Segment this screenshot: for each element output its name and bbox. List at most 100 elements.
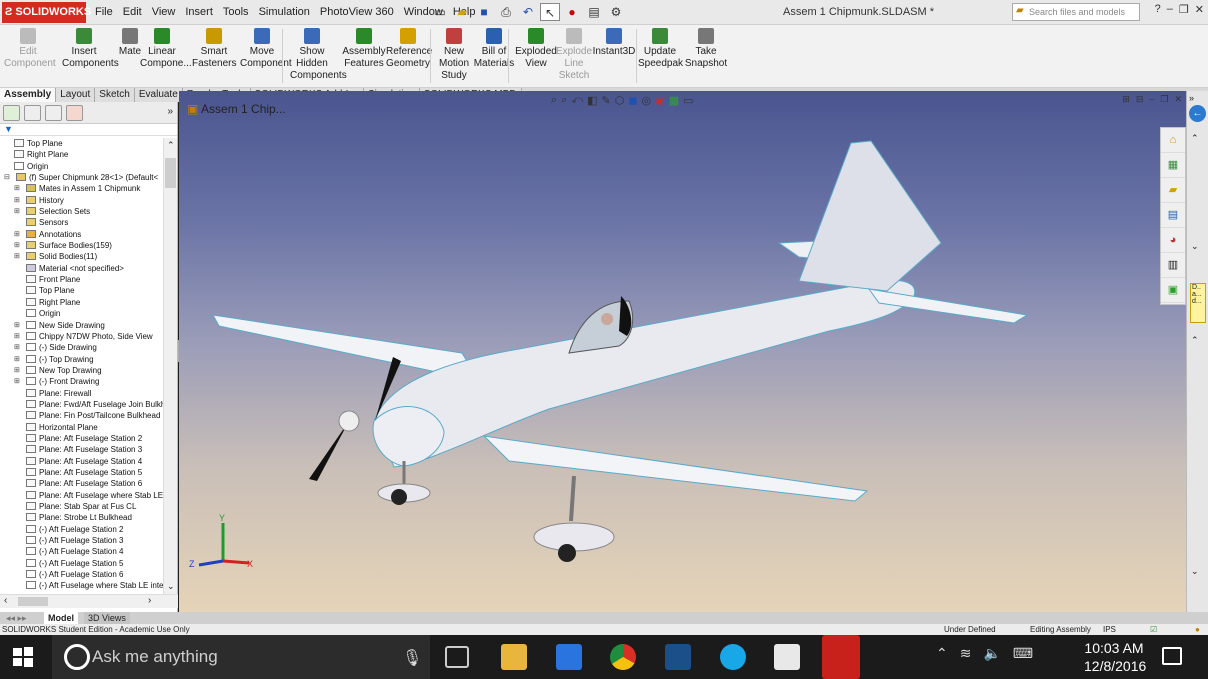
expand-panel-icon[interactable]: » xyxy=(167,106,173,117)
menu-edit[interactable]: Edit xyxy=(118,0,147,25)
menu-photoview-360[interactable]: PhotoView 360 xyxy=(315,0,399,25)
display-manager-tab-icon[interactable] xyxy=(66,105,83,121)
scroll-thumb[interactable] xyxy=(165,158,176,188)
airplane-model[interactable] xyxy=(179,91,1186,612)
solidworks-forum-icon[interactable]: ▣ xyxy=(1161,278,1185,303)
tree-item[interactable]: (-) Aft Fuelage Station 5 xyxy=(0,558,164,569)
solidworks-logo[interactable]: Ƨ SOLIDWORKS xyxy=(2,2,91,23)
solidworks-taskbar-icon[interactable] xyxy=(822,635,860,679)
options-icon[interactable]: ⚙ xyxy=(606,3,626,21)
tree-item[interactable]: ⊞ Chippy N7DW Photo, Side View xyxy=(0,331,164,342)
tab-assembly[interactable]: Assembly xyxy=(0,88,57,102)
tree-item[interactable]: (-) Aft Fuelage Station 2 xyxy=(0,524,164,535)
menu-view[interactable]: View xyxy=(147,0,181,25)
update-speedpak-button[interactable]: Update Speedpak xyxy=(638,28,683,70)
configuration-manager-tab-icon[interactable] xyxy=(45,105,62,121)
tree-item[interactable]: Front Plane xyxy=(0,274,164,285)
edit-appearance-icon[interactable]: ◉ xyxy=(655,94,665,107)
reference-geometry-button[interactable]: Reference Geometry xyxy=(386,28,432,70)
search-input[interactable]: Search files and models xyxy=(1029,7,1125,17)
menu-insert[interactable]: Insert xyxy=(180,0,218,25)
save-icon[interactable]: ■ xyxy=(474,3,494,21)
linear-compone-button[interactable]: Linear Compone... xyxy=(140,28,192,70)
tree-item[interactable]: ⊞ (-) Front Drawing xyxy=(0,376,164,387)
custom-properties-icon[interactable]: ▥ xyxy=(1161,253,1185,278)
tree-item[interactable]: Material <not specified> xyxy=(0,263,164,274)
tab-sketch[interactable]: Sketch xyxy=(95,88,135,102)
scroll-up-icon[interactable]: ⌃ xyxy=(167,140,175,151)
expand-icon[interactable]: ⊞ xyxy=(14,206,20,217)
tree-item[interactable]: ⊞ Selection Sets xyxy=(0,206,164,217)
keyboard-icon[interactable]: ⌨ xyxy=(1013,645,1033,662)
menu-tools[interactable]: Tools xyxy=(218,0,254,25)
expand-icon[interactable]: ⊞ xyxy=(14,354,20,365)
scroll-left-icon[interactable]: ‹ xyxy=(4,595,7,606)
tree-item[interactable]: Plane: Stab Spar at Fus CL xyxy=(0,501,164,512)
notification-icon[interactable]: ● xyxy=(1195,624,1200,635)
tree-item[interactable]: Plane: Firewall xyxy=(0,388,164,399)
viewport-restore-button[interactable]: ❐ xyxy=(1160,94,1168,105)
tree-item[interactable]: Plane: Aft Fuselage Station 4 xyxy=(0,456,164,467)
viewport-tile-icon[interactable]: ⊟ xyxy=(1136,94,1144,105)
rebuild-traffic-light-icon[interactable]: ● xyxy=(562,3,582,21)
expand-icon[interactable]: ⊞ xyxy=(14,342,20,353)
display-style-icon[interactable]: ◼ xyxy=(628,94,637,107)
tree-item[interactable]: Right Plane xyxy=(0,297,164,308)
tree-item[interactable]: (-) Aft Fuselage where Stab LE interse xyxy=(0,580,164,591)
explode-line-button[interactable]: Explode Line Sketch xyxy=(552,28,596,82)
tree-item[interactable]: Plane: Strobe Lt Bulkhead xyxy=(0,512,164,523)
tab-model[interactable]: Model xyxy=(44,612,78,624)
note-sticky[interactable]: D.. a... d... xyxy=(1190,283,1206,323)
tab-evaluate[interactable]: Evaluate xyxy=(134,88,183,102)
cortana-search-box[interactable]: Ask me anything 🎙 xyxy=(52,635,430,679)
tab-scroll-arrows-icon[interactable]: ◂◂ ▸▸ xyxy=(2,612,31,624)
panel-scroll-up-2-icon[interactable]: ⌃ xyxy=(1191,335,1199,346)
zoom-to-area-icon[interactable]: ⌕ xyxy=(561,94,567,107)
wifi-icon[interactable]: ≋ xyxy=(960,645,972,662)
scroll-down-icon[interactable]: ⌄ xyxy=(167,581,175,592)
file-explorer-taskbar-icon[interactable] xyxy=(501,644,527,670)
property-manager-tab-icon[interactable] xyxy=(24,105,41,121)
expand-icon[interactable]: ⊞ xyxy=(14,183,20,194)
expand-icon[interactable]: ⊞ xyxy=(14,331,20,342)
edit-component-button[interactable]: Edit Component xyxy=(4,28,56,70)
tree-vertical-scrollbar[interactable]: ⌃ ⌄ xyxy=(163,138,177,594)
view-palette-icon[interactable]: ▤ xyxy=(1161,203,1185,228)
back-icon[interactable]: ← xyxy=(1189,105,1206,122)
filter-icon[interactable]: ▼ xyxy=(0,124,177,136)
viewport-split-icon[interactable]: ⊞ xyxy=(1122,94,1130,105)
new-document-icon[interactable]: ▭ xyxy=(430,3,450,21)
tree-item[interactable]: Plane: Aft Fuselage where Stab LE int xyxy=(0,490,164,501)
file-explorer-icon[interactable]: ▰ xyxy=(1161,178,1185,203)
microphone-icon[interactable]: 🎙 xyxy=(402,648,422,668)
apply-scene-icon[interactable]: ▩ xyxy=(669,94,679,107)
graphics-area[interactable]: ▣ Assem 1 Chip... ⌕ ⌕ ⤺ ◧ ✎ ⬡ ◼ ◎ ◉ ▩ ▭ … xyxy=(179,91,1186,612)
windows-start-icon[interactable] xyxy=(12,646,34,668)
action-center-icon[interactable] xyxy=(1162,647,1182,665)
tree-item[interactable]: ⊞ History xyxy=(0,195,164,206)
expand-icon[interactable]: ⊞ xyxy=(14,251,20,262)
show-hidden-icons-icon[interactable]: ⌃ xyxy=(936,645,948,662)
expand-icon[interactable]: ⊞ xyxy=(14,365,20,376)
tree-item[interactable]: Plane: Aft Fuselage Station 5 xyxy=(0,467,164,478)
tree-item[interactable]: Right Plane xyxy=(0,149,164,160)
move-component-button[interactable]: Move Component xyxy=(240,28,292,70)
take-snapshot-button[interactable]: Take Snapshot xyxy=(684,28,728,70)
tree-item[interactable]: Plane: Aft Fuselage Station 3 xyxy=(0,444,164,455)
viewport-component-title[interactable]: ▣ Assem 1 Chip... xyxy=(187,102,286,116)
file-properties-icon[interactable]: ▤ xyxy=(584,3,604,21)
butterfly-app-icon[interactable] xyxy=(665,644,691,670)
rebuild-status-icon[interactable]: ☑ xyxy=(1150,624,1157,635)
design-library-icon[interactable]: ▦ xyxy=(1161,153,1185,178)
select-pointer-icon[interactable]: ↖ xyxy=(540,3,560,21)
tree-horizontal-scrollbar[interactable]: ‹ › xyxy=(0,594,178,608)
new-motion-button[interactable]: New Motion Study xyxy=(432,28,476,82)
collapse-icon[interactable]: ⊟ xyxy=(4,172,10,183)
status-units[interactable]: IPS xyxy=(1103,624,1116,635)
undo-icon[interactable]: ↶ xyxy=(518,3,538,21)
tree-item[interactable]: ⊞ Surface Bodies(159) xyxy=(0,240,164,251)
tab-3d-views[interactable]: 3D Views xyxy=(84,612,130,624)
smart-fasteners-button[interactable]: Smart Fasteners xyxy=(192,28,236,70)
skype-icon[interactable] xyxy=(720,644,746,670)
panel-scroll-up-icon[interactable]: ⌃ xyxy=(1191,133,1199,144)
